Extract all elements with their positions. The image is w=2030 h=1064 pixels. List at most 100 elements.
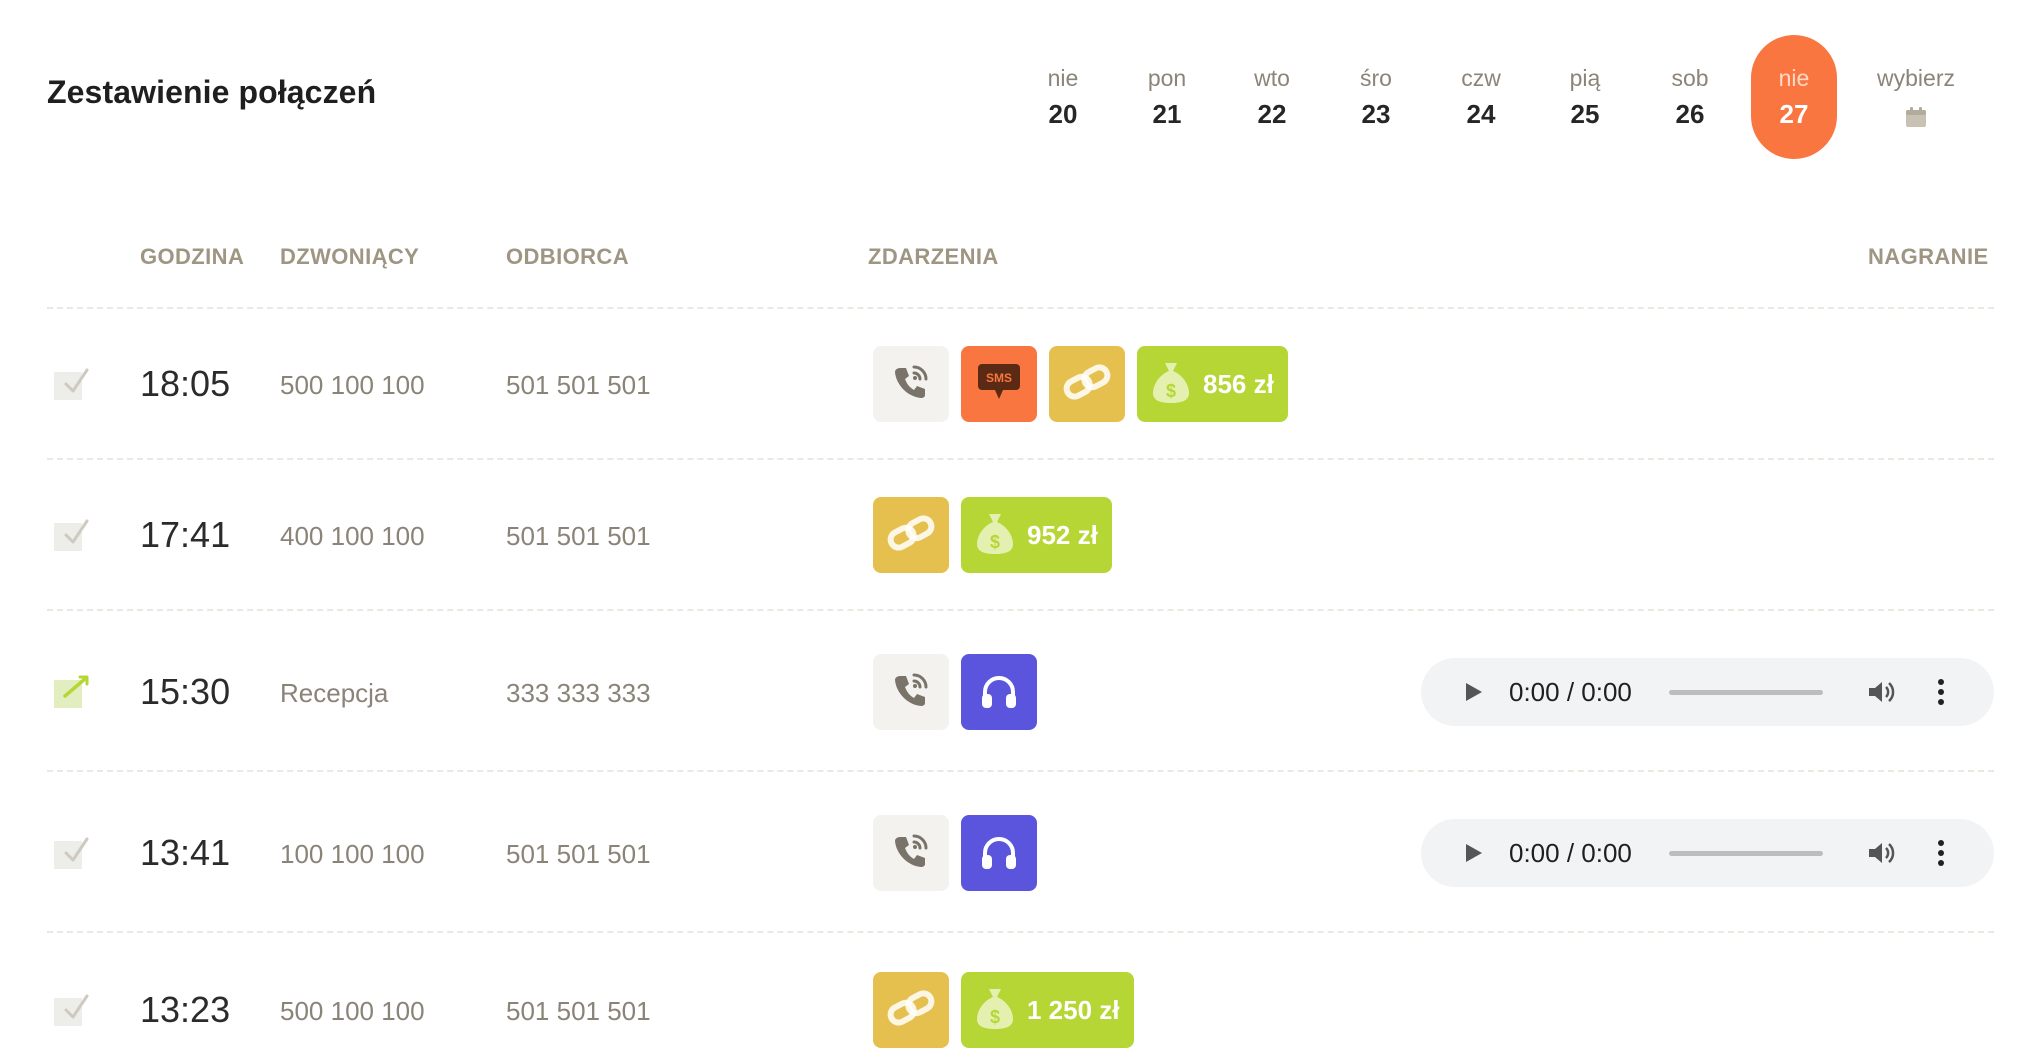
payment-amount: 856 zł — [1203, 368, 1274, 399]
svg-text:SMS: SMS — [986, 371, 1012, 385]
caller-number: 500 100 100 — [280, 370, 425, 400]
money-bag-icon: $ — [1149, 359, 1193, 410]
recording-event-badge[interactable] — [961, 815, 1037, 891]
payment-event-badge[interactable]: $952 zł — [961, 497, 1112, 573]
headphones-icon — [977, 831, 1021, 876]
caller-number: 400 100 100 — [280, 521, 425, 551]
day-number: 23 — [1361, 99, 1391, 129]
callee-number: 501 501 501 — [506, 521, 651, 551]
play-icon[interactable] — [1461, 680, 1485, 704]
day-tab[interactable]: pią 25 — [1542, 35, 1628, 159]
event-list: $1 250 zł — [873, 972, 1134, 1048]
headphones-icon — [977, 670, 1021, 715]
seek-bar[interactable] — [1669, 851, 1823, 856]
day-number: 24 — [1466, 99, 1496, 129]
phone-icon — [888, 359, 934, 410]
more-options-icon[interactable] — [1935, 837, 1947, 869]
table-row: 18:05 500 100 100 501 501 501 SMS $856 zł — [0, 344, 2030, 424]
call-time: 13:41 — [140, 832, 231, 873]
phone-icon — [888, 828, 934, 879]
column-header-callee: ODBIORCA — [506, 244, 629, 269]
day-number: 27 — [1779, 99, 1809, 129]
call-event-badge[interactable] — [873, 654, 949, 730]
calendar-icon — [1906, 107, 1926, 127]
day-name: sob — [1671, 65, 1709, 91]
checkbox-icon[interactable] — [52, 990, 92, 1030]
day-name: nie — [1047, 65, 1079, 91]
checkbox-icon[interactable] — [52, 515, 92, 555]
callee-number: 501 501 501 — [506, 839, 651, 869]
day-tab[interactable]: nie 20 — [1020, 35, 1106, 159]
callee-number: 501 501 501 — [506, 996, 651, 1026]
volume-icon[interactable] — [1867, 839, 1897, 867]
day-tab[interactable]: czw 24 — [1438, 35, 1524, 159]
svg-text:$: $ — [990, 532, 1000, 552]
payment-event-badge[interactable]: $1 250 zł — [961, 972, 1134, 1048]
payment-amount: 1 250 zł — [1027, 994, 1120, 1025]
column-header-recording: NAGRANIE — [1868, 244, 1989, 269]
link-icon — [885, 988, 937, 1033]
call-event-badge[interactable] — [873, 346, 949, 422]
sms-icon: SMS — [977, 363, 1021, 406]
table-row: 17:41 400 100 100 501 501 501 $952 zł — [0, 495, 2030, 575]
row-divider — [47, 609, 1994, 611]
sms-event-badge[interactable]: SMS — [961, 346, 1037, 422]
column-header-caller: DZWONIĄCY — [280, 244, 420, 269]
day-selector: nie 20 pon 21 wto 22 śro 23 czw 24 pią 2… — [0, 0, 2030, 170]
recording-event-badge[interactable] — [961, 654, 1037, 730]
svg-text:$: $ — [1166, 381, 1176, 401]
day-tab[interactable]: pon 21 — [1124, 35, 1210, 159]
date-picker-button[interactable]: wybierz — [1868, 35, 1964, 159]
callee-number: 333 333 333 — [506, 678, 651, 708]
more-options-icon[interactable] — [1935, 676, 1947, 708]
day-name: nie — [1778, 65, 1810, 91]
call-time: 13:23 — [140, 989, 231, 1030]
call-time: 18:05 — [140, 363, 231, 404]
caller-number: Recepcja — [280, 678, 389, 708]
call-event-badge[interactable] — [873, 815, 949, 891]
day-number: 26 — [1675, 99, 1705, 129]
link-event-badge[interactable] — [873, 972, 949, 1048]
day-tab[interactable]: nie 27 — [1751, 35, 1837, 159]
event-list — [873, 654, 1037, 730]
call-time: 15:30 — [140, 671, 231, 712]
day-name: śro — [1360, 65, 1392, 91]
seek-bar[interactable] — [1669, 690, 1823, 695]
money-bag-icon: $ — [973, 985, 1017, 1036]
day-name: pon — [1147, 65, 1187, 91]
row-divider — [47, 931, 1994, 933]
event-list: $952 zł — [873, 497, 1112, 573]
call-time: 17:41 — [140, 514, 231, 555]
checkbox-icon[interactable] — [52, 364, 92, 404]
volume-icon[interactable] — [1867, 678, 1897, 706]
playback-time: 0:00 / 0:00 — [1509, 838, 1632, 868]
day-number: 25 — [1570, 99, 1600, 129]
row-divider — [47, 307, 1994, 309]
table-row: 15:30 Recepcja 333 333 333 0:00 / 0:00 — [0, 652, 2030, 732]
audio-player: 0:00 / 0:00 — [1421, 658, 1994, 726]
day-name: czw — [1461, 65, 1501, 91]
caller-number: 100 100 100 — [280, 839, 425, 869]
day-tab[interactable]: wto 22 — [1229, 35, 1315, 159]
payment-event-badge[interactable]: $856 zł — [1137, 346, 1288, 422]
day-tab[interactable]: sob 26 — [1647, 35, 1733, 159]
row-divider — [47, 770, 1994, 772]
day-number: 20 — [1048, 99, 1078, 129]
play-icon[interactable] — [1461, 841, 1485, 865]
table-row: 13:41 100 100 100 501 501 501 0:00 / 0:00 — [0, 813, 2030, 893]
audio-player: 0:00 / 0:00 — [1421, 819, 1994, 887]
day-name: pią — [1569, 65, 1601, 91]
day-tab[interactable]: śro 23 — [1333, 35, 1419, 159]
event-list: SMS $856 zł — [873, 346, 1288, 422]
payment-amount: 952 zł — [1027, 519, 1098, 550]
row-divider — [47, 458, 1994, 460]
money-bag-icon: $ — [973, 510, 1017, 561]
checkbox-icon[interactable] — [52, 833, 92, 873]
link-event-badge[interactable] — [1049, 346, 1125, 422]
day-name: wto — [1254, 65, 1290, 91]
checkbox-checked-icon[interactable] — [52, 672, 92, 712]
day-number: 22 — [1257, 99, 1287, 129]
link-icon — [885, 513, 937, 558]
link-event-badge[interactable] — [873, 497, 949, 573]
date-picker-label: wybierz — [1877, 65, 1955, 91]
